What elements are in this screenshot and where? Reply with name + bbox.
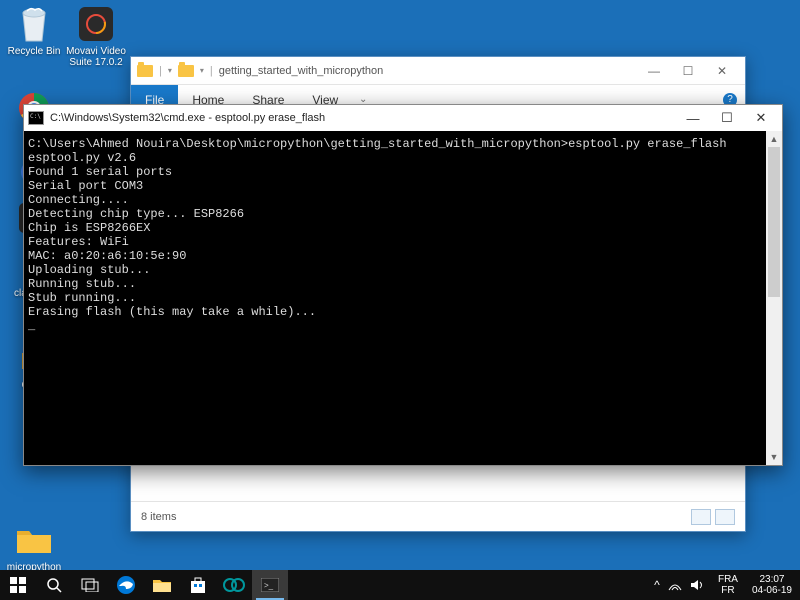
chevron-down-icon[interactable]: ▾ (168, 66, 172, 75)
explorer-titlebar[interactable]: | ▾ ▾ | getting_started_with_micropython… (131, 57, 745, 85)
cmd-icon: >_ (261, 578, 279, 592)
separator-icon: | (159, 65, 162, 77)
start-button[interactable] (0, 570, 36, 600)
view-icons-button[interactable] (715, 509, 735, 525)
scroll-down-icon[interactable]: ▼ (766, 449, 782, 465)
minimize-button[interactable]: — (637, 60, 671, 82)
folder-icon (14, 520, 54, 560)
tray-expand-icon[interactable]: ^ (646, 578, 668, 592)
clock-time: 23:07 (752, 574, 792, 585)
breadcrumb[interactable]: | ▾ ▾ | getting_started_with_micropython (137, 65, 637, 77)
svg-text:>_: >_ (264, 581, 274, 590)
close-button[interactable]: ✕ (744, 107, 778, 129)
taskbar-arduino[interactable] (216, 570, 252, 600)
breadcrumb-text[interactable]: getting_started_with_micropython (219, 65, 383, 77)
taskbar-edge[interactable] (108, 570, 144, 600)
cmd-output[interactable]: C:\Users\Ahmed Nouira\Desktop\micropytho… (24, 131, 766, 465)
chevron-down-icon[interactable]: ▾ (200, 66, 204, 75)
icon-label: Recycle Bin (4, 46, 64, 57)
taskbar-store[interactable] (180, 570, 216, 600)
clock[interactable]: 23:07 04-06-19 (744, 574, 800, 596)
taskview-button[interactable] (72, 570, 108, 600)
store-icon (189, 576, 207, 594)
taskbar-cmd[interactable]: >_ (252, 570, 288, 600)
desktop-icon-recycle-bin[interactable]: Recycle Bin (4, 4, 64, 57)
cmd-icon (28, 111, 44, 125)
taskview-icon (81, 578, 99, 592)
close-button[interactable]: ✕ (705, 60, 739, 82)
cmd-title: C:\Windows\System32\cmd.exe - esptool.py… (50, 112, 676, 124)
lang-line2: FR (718, 585, 738, 596)
maximize-button[interactable]: ☐ (710, 107, 744, 129)
system-tray: ^ FRA FR 23:07 04-06-19 (646, 574, 800, 596)
minimize-button[interactable]: — (676, 107, 710, 129)
arduino-icon (223, 578, 245, 592)
separator-icon: | (210, 65, 213, 77)
icon-label: Movavi Video Suite 17.0.2 (66, 46, 126, 68)
maximize-button[interactable]: ☐ (671, 60, 705, 82)
cmd-window: C:\Windows\System32\cmd.exe - esptool.py… (23, 104, 783, 466)
scroll-thumb[interactable] (768, 147, 780, 297)
scroll-up-icon[interactable]: ▲ (766, 131, 782, 147)
folder-icon (178, 65, 194, 77)
volume-icon[interactable] (690, 579, 712, 591)
view-details-button[interactable] (691, 509, 711, 525)
taskbar: >_ ^ FRA FR 23:07 04-06-19 (0, 570, 800, 600)
search-icon (46, 577, 62, 593)
desktop-icon-micropython[interactable]: micropython (4, 520, 64, 573)
edge-icon (116, 575, 136, 595)
windows-icon (10, 577, 26, 593)
network-icon[interactable] (668, 579, 690, 591)
folder-icon (152, 577, 172, 593)
explorer-statusbar: 8 items (131, 501, 745, 531)
language-indicator[interactable]: FRA FR (712, 574, 744, 596)
search-button[interactable] (36, 570, 72, 600)
cmd-titlebar[interactable]: C:\Windows\System32\cmd.exe - esptool.py… (24, 105, 782, 131)
desktop-icon-movavi[interactable]: Movavi Video Suite 17.0.2 (66, 4, 126, 68)
folder-icon (137, 65, 153, 77)
clock-date: 04-06-19 (752, 585, 792, 596)
taskbar-explorer[interactable] (144, 570, 180, 600)
app-icon (76, 4, 116, 44)
scrollbar[interactable]: ▲ ▼ (766, 131, 782, 465)
status-text: 8 items (141, 511, 176, 523)
lang-line1: FRA (718, 574, 738, 585)
trash-icon (14, 4, 54, 44)
